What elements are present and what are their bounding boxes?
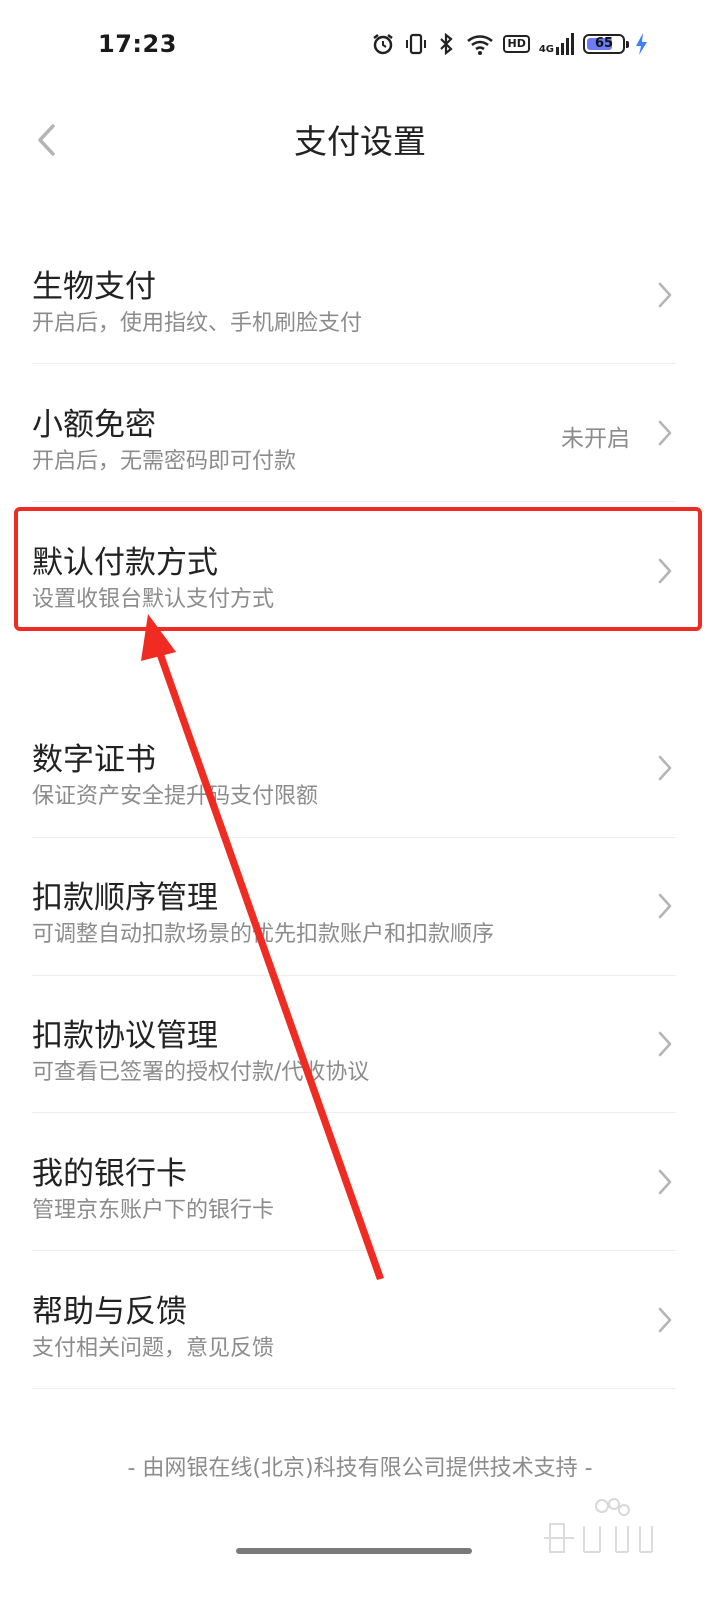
home-indicator[interactable]: [236, 1548, 472, 1554]
baidu-watermark-icon: [544, 1498, 653, 1553]
annotation-arrow: [141, 614, 384, 1280]
